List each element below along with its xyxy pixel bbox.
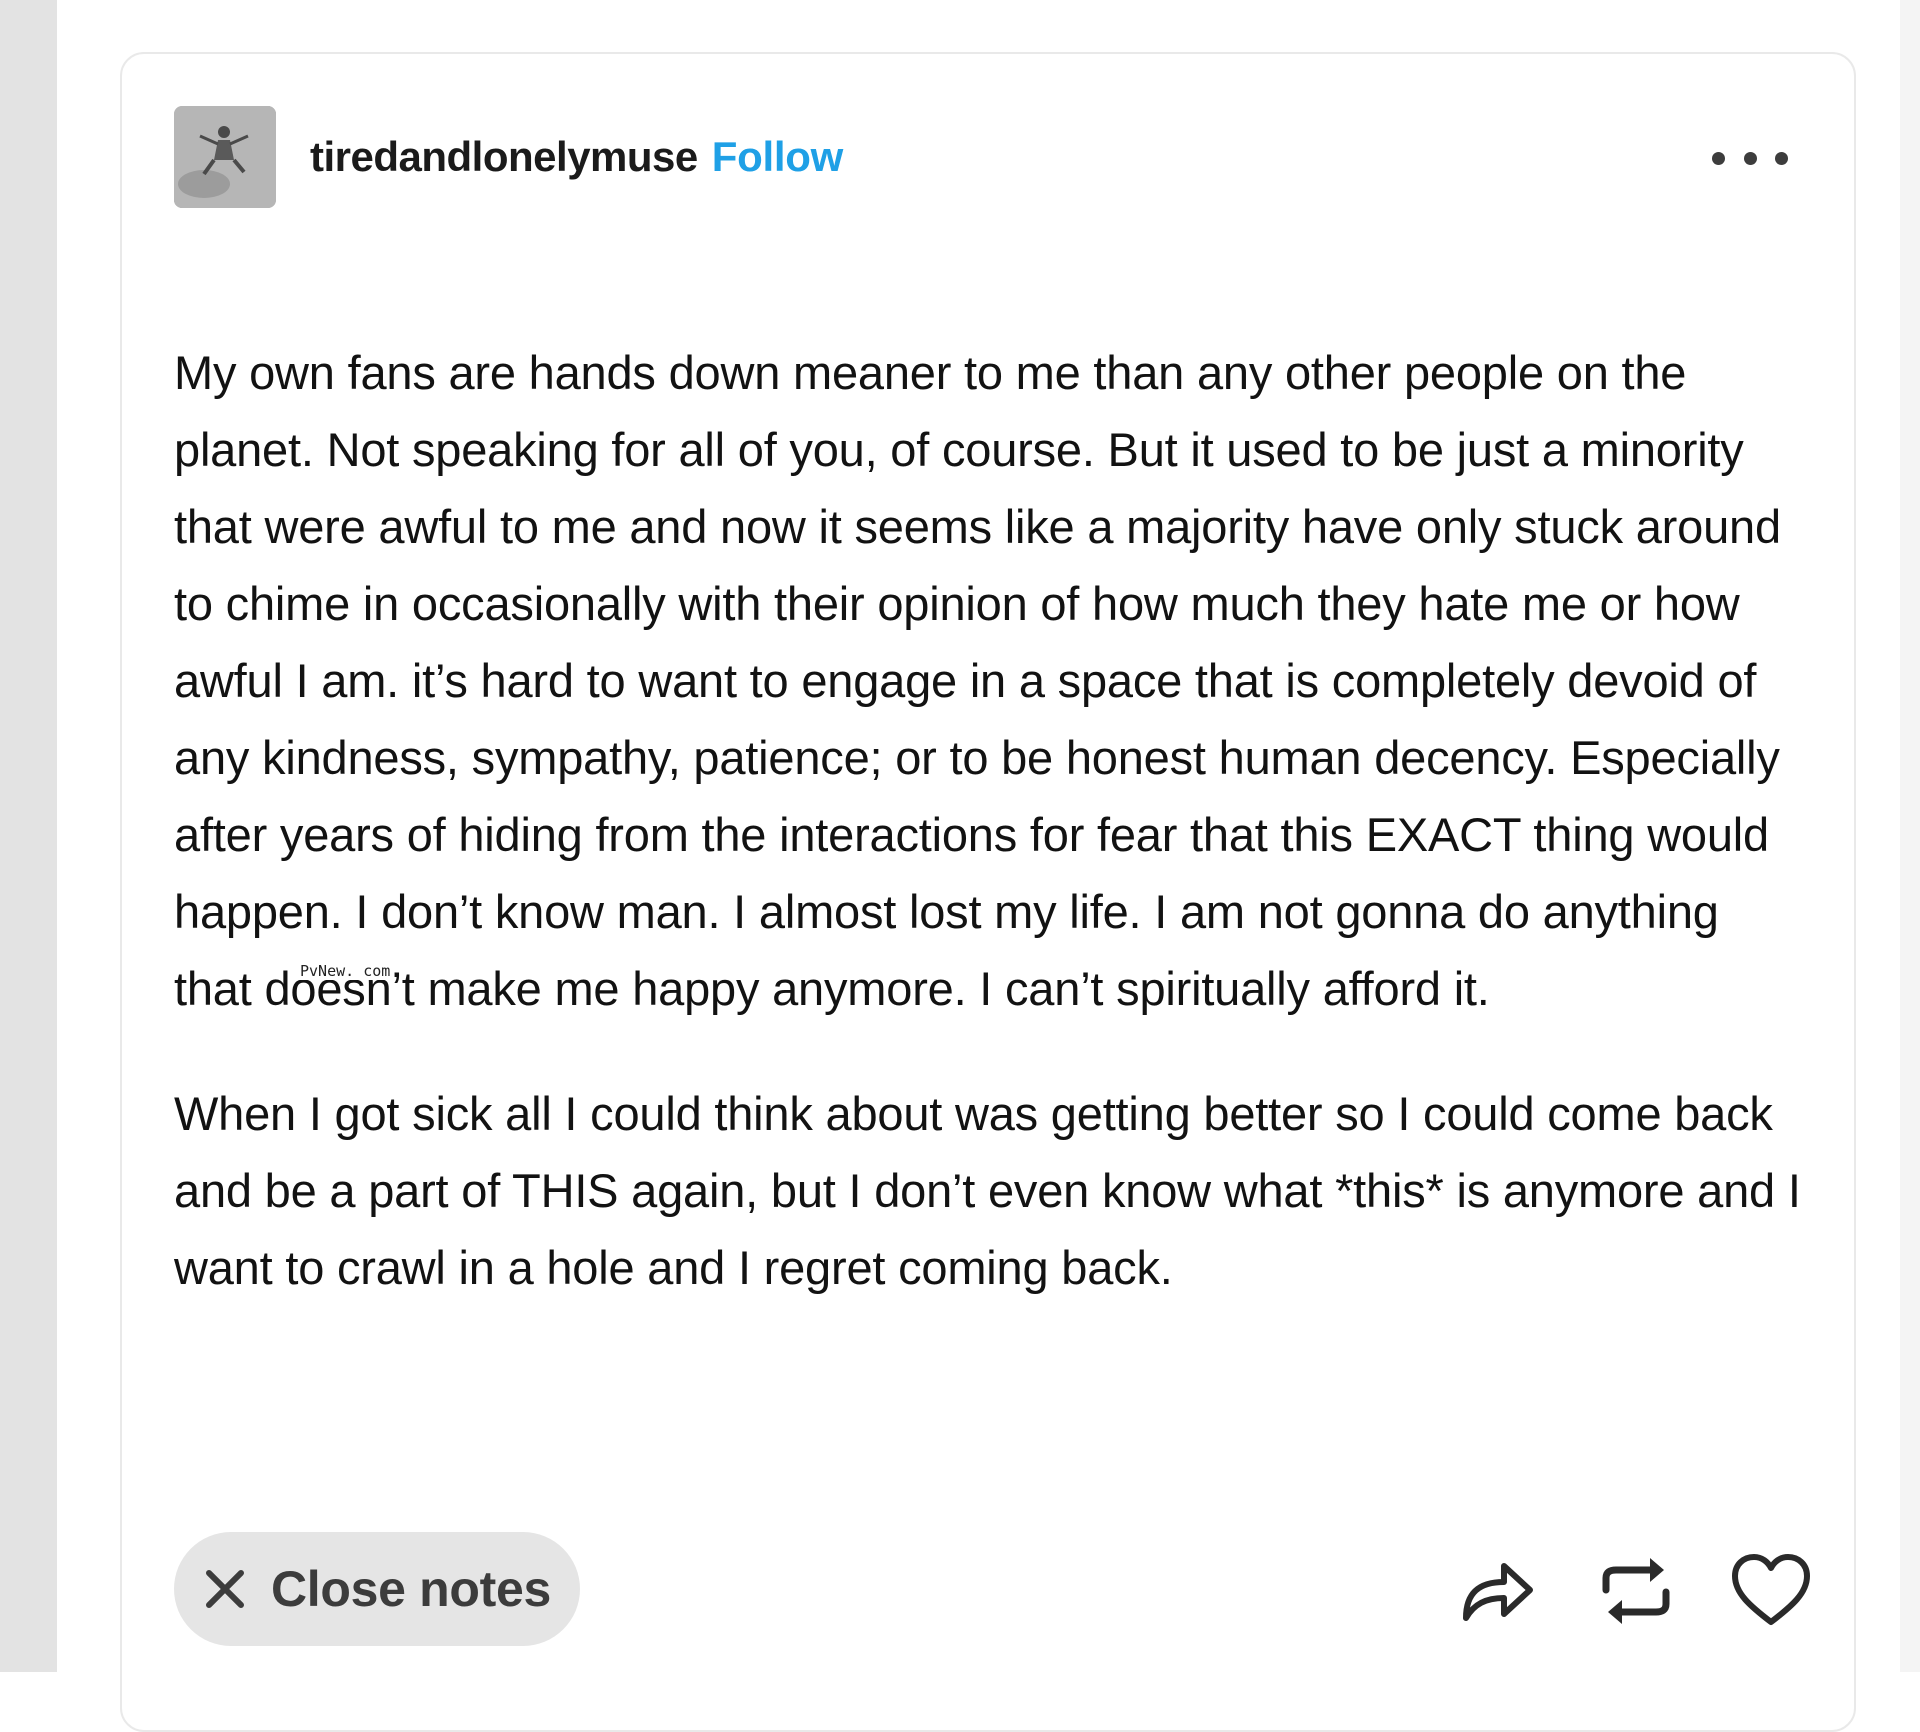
username[interactable]: tiredandlonelymuse	[310, 133, 698, 181]
avatar-image	[174, 106, 276, 208]
post-body: My own fans are hands down meaner to me …	[174, 334, 1804, 1306]
post-card: tiredandlonelymuse Follow My own fans ar…	[120, 52, 1856, 1732]
close-notes-label: Close notes	[270, 1561, 552, 1617]
ellipsis-dot	[1743, 151, 1757, 165]
close-notes-button[interactable]: Close notes	[174, 1532, 580, 1646]
share-icon[interactable]	[1458, 1552, 1538, 1630]
post-paragraph: When I got sick all I could think about …	[174, 1087, 1801, 1294]
ellipsis-dot	[1775, 151, 1788, 165]
like-heart-icon[interactable]	[1730, 1552, 1812, 1628]
post-header: tiredandlonelymuse Follow	[174, 106, 843, 208]
avatar[interactable]	[174, 106, 276, 208]
ellipsis-horizontal-icon	[1712, 151, 1725, 165]
close-x-icon	[205, 1570, 244, 1608]
right-background-strip	[1900, 0, 1920, 1672]
left-background-strip	[0, 0, 57, 1672]
watermark-text: PvNew. com	[298, 962, 393, 980]
more-options-button[interactable]	[1712, 140, 1788, 176]
follow-button[interactable]: Follow	[712, 133, 843, 181]
post-paragraph: My own fans are hands down meaner to me …	[174, 346, 1781, 1015]
reblog-icon[interactable]	[1598, 1552, 1674, 1630]
